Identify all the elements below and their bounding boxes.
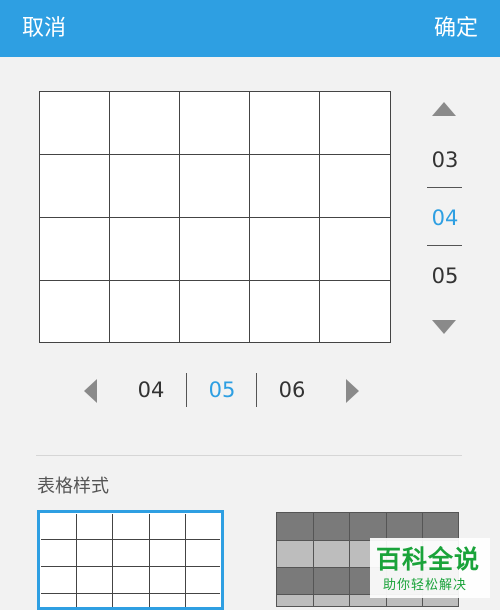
table-preview xyxy=(39,91,391,343)
grid-line xyxy=(40,154,390,155)
watermark-title: 百科全说 xyxy=(376,545,481,574)
section-divider xyxy=(36,455,462,456)
grid-line xyxy=(313,513,314,606)
row-option[interactable]: 03 xyxy=(420,148,470,172)
grid-line xyxy=(40,217,390,218)
grid-line xyxy=(349,513,350,606)
cancel-button[interactable]: 取消 xyxy=(22,0,66,57)
grid-line xyxy=(41,593,220,594)
grid-line xyxy=(40,280,390,281)
row-option-selected[interactable]: 04 xyxy=(420,206,470,230)
stripe-row-dark xyxy=(277,513,458,540)
grid-line xyxy=(41,566,220,567)
confirm-button[interactable]: 确定 xyxy=(434,0,478,57)
column-count-picker[interactable]: 04 05 06 xyxy=(78,370,368,410)
grid-line xyxy=(41,539,220,540)
arrow-up-icon[interactable] xyxy=(432,102,456,116)
watermark-subtitle: 助你轻松解决 xyxy=(383,578,468,593)
arrow-down-icon[interactable] xyxy=(432,320,456,334)
column-option-selected[interactable]: 05 xyxy=(197,378,247,402)
watermark-logo: 百科全说 助你轻松解决 xyxy=(370,538,490,598)
picker-separator xyxy=(427,245,462,246)
row-option[interactable]: 05 xyxy=(420,264,470,288)
arrow-right-icon[interactable] xyxy=(346,379,359,403)
table-style-plain-option[interactable] xyxy=(37,510,224,610)
picker-separator xyxy=(256,373,257,407)
picker-separator xyxy=(427,187,462,188)
column-option[interactable]: 06 xyxy=(267,378,317,402)
picker-separator xyxy=(186,373,187,407)
row-count-picker[interactable]: 03 04 05 xyxy=(420,96,470,336)
column-option[interactable]: 04 xyxy=(126,378,176,402)
table-style-title: 表格样式 xyxy=(37,476,109,497)
top-bar: 取消 确定 xyxy=(0,0,500,57)
arrow-left-icon[interactable] xyxy=(84,379,97,403)
plain-grid-preview xyxy=(41,514,220,607)
